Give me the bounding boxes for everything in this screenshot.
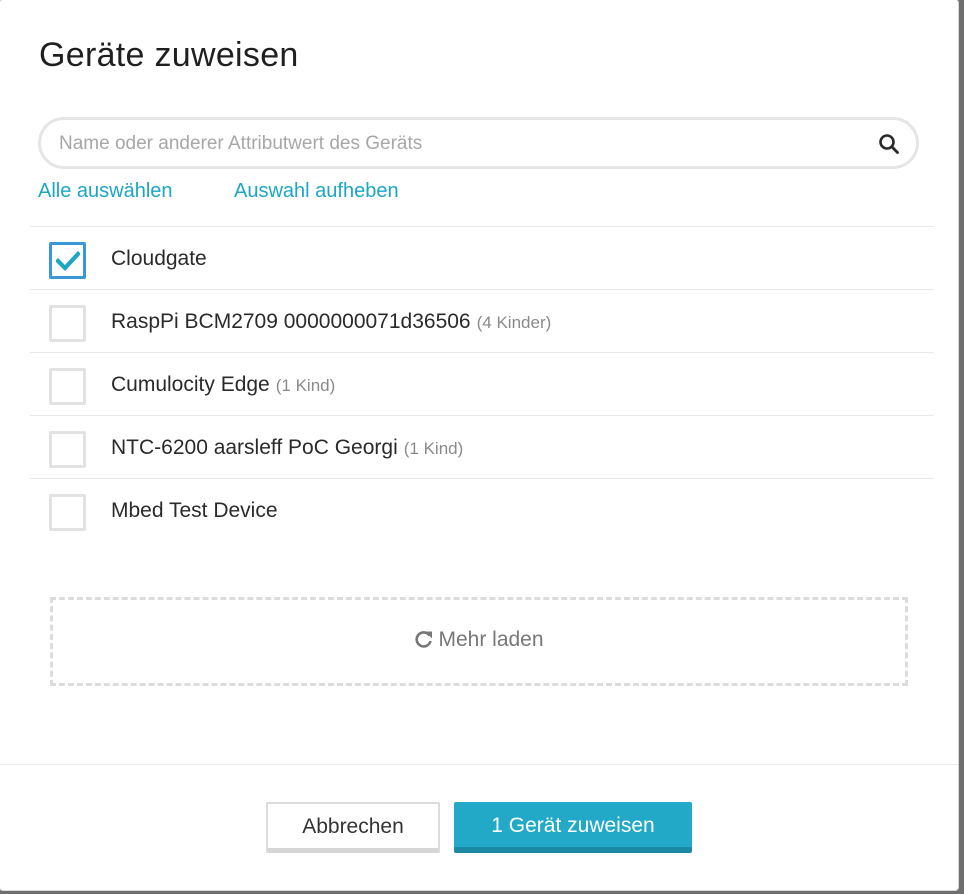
device-list: Cloudgate RaspPi BCM2709 0000000071d3650… (30, 226, 934, 541)
search-icon[interactable] (878, 133, 900, 155)
device-checkbox[interactable] (49, 305, 86, 342)
device-checkbox[interactable] (49, 494, 86, 531)
checkmark-icon (56, 251, 80, 272)
refresh-icon (415, 631, 433, 648)
device-checkbox[interactable] (49, 431, 86, 468)
list-item[interactable]: Cloudgate (30, 226, 934, 289)
device-name: Mbed Test Device (111, 499, 278, 522)
list-item[interactable]: Cumulocity Edge (1 Kind) (30, 352, 934, 415)
device-checkbox[interactable] (49, 368, 86, 405)
footer-divider (0, 764, 958, 765)
list-item[interactable]: NTC-6200 aarsleff PoC Georgi (1 Kind) (30, 415, 934, 478)
cancel-button[interactable]: Abbrechen (266, 802, 440, 853)
device-label: NTC-6200 aarsleff PoC Georgi (1 Kind) (111, 436, 463, 460)
device-name: Cumulocity Edge (111, 373, 270, 396)
device-children-count: (4 Kinder) (476, 313, 552, 332)
device-checkbox[interactable] (49, 242, 86, 279)
clear-selection-link[interactable]: Auswahl aufheben (234, 180, 399, 203)
load-more-content: Mehr laden (53, 628, 905, 652)
device-name: Cloudgate (111, 247, 207, 270)
assign-devices-dialog: Geräte zuweisen Alle auswählen Auswahl a… (0, 0, 958, 890)
list-item[interactable]: RaspPi BCM2709 0000000071d36506 (4 Kinder… (30, 289, 934, 352)
device-label: Mbed Test Device (111, 499, 284, 523)
device-label: RaspPi BCM2709 0000000071d36506 (4 Kinder… (111, 310, 551, 334)
device-children-count: (1 Kind) (275, 376, 336, 395)
device-children-count: (1 Kind) (403, 439, 464, 458)
list-item[interactable]: Mbed Test Device (30, 478, 934, 541)
search-input[interactable] (57, 120, 861, 168)
device-name: RaspPi BCM2709 0000000071d36506 (111, 310, 471, 333)
load-more-button[interactable]: Mehr laden (50, 597, 908, 686)
assign-devices-button[interactable]: 1 Gerät zuweisen (454, 802, 692, 853)
select-all-link[interactable]: Alle auswählen (38, 180, 173, 203)
dialog-title: Geräte zuweisen (39, 36, 299, 74)
device-name: NTC-6200 aarsleff PoC Georgi (111, 436, 398, 459)
device-label: Cloudgate (111, 247, 213, 271)
load-more-label: Mehr laden (438, 628, 544, 651)
search-box (38, 117, 919, 169)
device-label: Cumulocity Edge (1 Kind) (111, 373, 335, 397)
